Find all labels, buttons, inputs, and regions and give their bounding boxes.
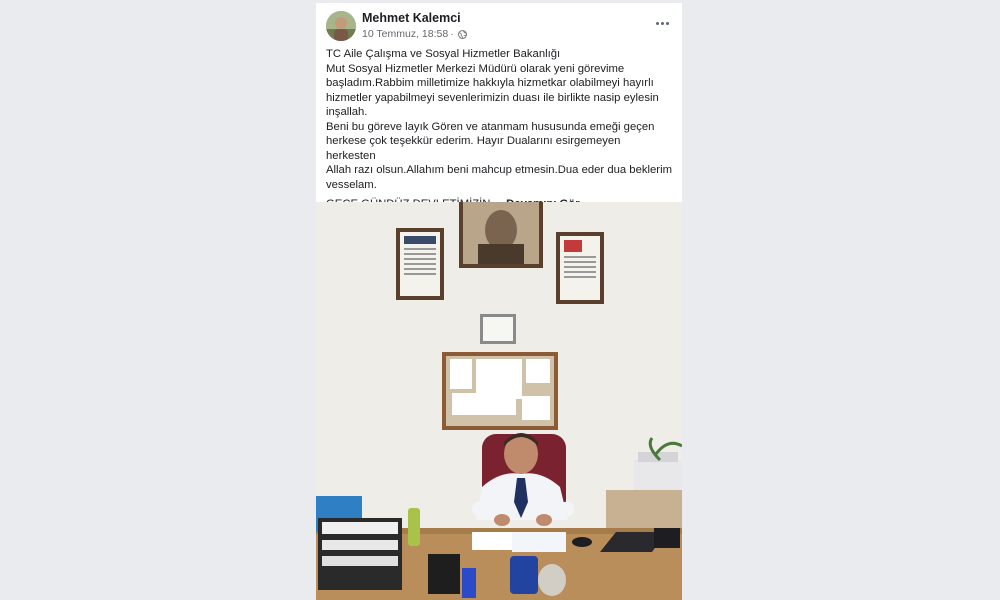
- post-line: Mut Sosyal Hizmetler Merkezi Müdürü olar…: [326, 62, 625, 75]
- post-line: vesselam.: [326, 178, 377, 191]
- globe-icon: [457, 29, 467, 39]
- author-name[interactable]: Mehmet Kalemci: [362, 11, 461, 25]
- post-line: inşallah.: [326, 106, 368, 118]
- more-options-icon[interactable]: [652, 13, 672, 33]
- post-card: Mehmet Kalemci 10 Temmuz, 18:58 · TC Ail…: [316, 3, 682, 600]
- post-header: Mehmet Kalemci 10 Temmuz, 18:58 ·: [316, 3, 682, 47]
- post-meta: 10 Temmuz, 18:58 ·: [362, 28, 467, 40]
- post-line: hizmetler yapabilmeyi sevenlerimizin dua…: [326, 91, 659, 104]
- post-text: TC Aile Çalışma ve Sosyal Hizmetler Baka…: [316, 47, 682, 192]
- post-line: başladım.Rabbim milletimize hakkıyla hiz…: [326, 77, 654, 89]
- post-line: herkese çok teşekkür ederim. Hayır Duala…: [326, 135, 621, 162]
- avatar-image: [326, 11, 356, 41]
- post-line: Allah razı olsun.Allahım beni mahcup etm…: [326, 164, 672, 176]
- post-line: TC Aile Çalışma ve Sosyal Hizmetler Baka…: [326, 48, 561, 60]
- meta-separator: ·: [450, 28, 454, 40]
- office-photo-illustration: [316, 202, 682, 600]
- avatar[interactable]: [326, 11, 356, 41]
- post-photo[interactable]: [316, 202, 682, 600]
- post-line: Beni bu göreve layık Gören ve atanmam hu…: [326, 120, 655, 133]
- post-timestamp[interactable]: 10 Temmuz, 18:58: [362, 28, 448, 40]
